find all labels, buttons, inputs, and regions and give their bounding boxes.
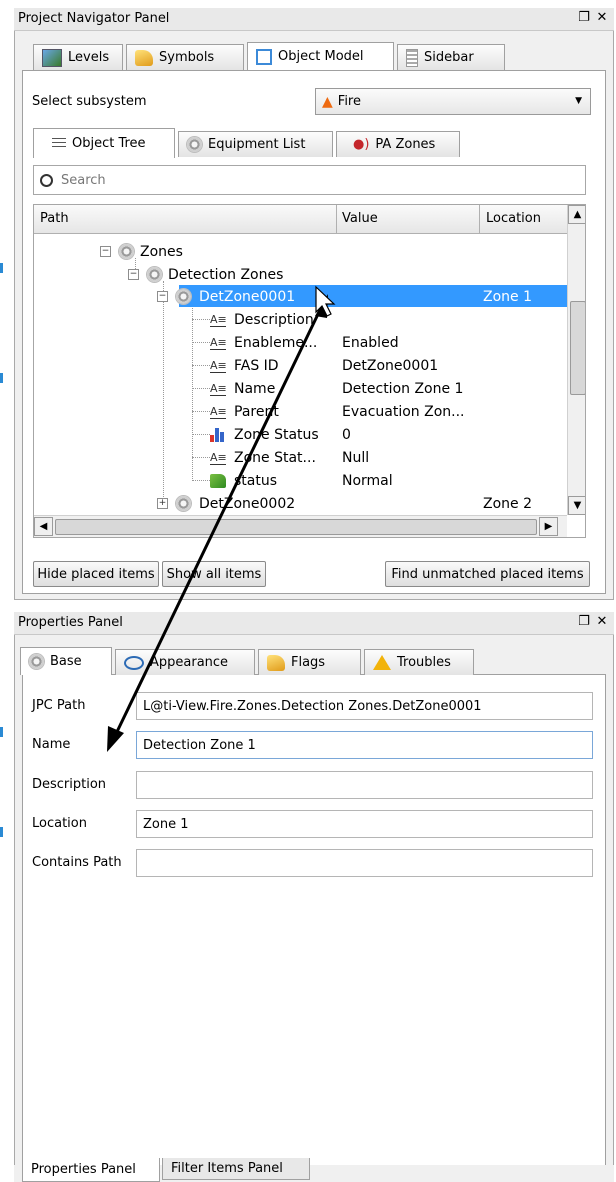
tab-object-model[interactable]: Object Model	[247, 42, 394, 70]
gear-icon	[29, 654, 44, 669]
annotation-arrow	[107, 285, 336, 752]
tab-base[interactable]: Base	[20, 647, 112, 675]
tab-object-tree[interactable]: Object Tree	[33, 128, 175, 158]
tab-label: Object Model	[278, 49, 364, 64]
tab-label: Object Tree	[72, 136, 146, 151]
arrow-line	[112, 309, 322, 739]
tab-label: Properties Panel	[31, 1162, 136, 1177]
tab-label: Base	[50, 654, 82, 669]
arrow-head-end	[107, 726, 124, 752]
object-model-icon	[256, 48, 272, 65]
tree-list-icon	[52, 137, 66, 150]
tab-properties-panel[interactable]: Properties Panel	[22, 1158, 160, 1182]
